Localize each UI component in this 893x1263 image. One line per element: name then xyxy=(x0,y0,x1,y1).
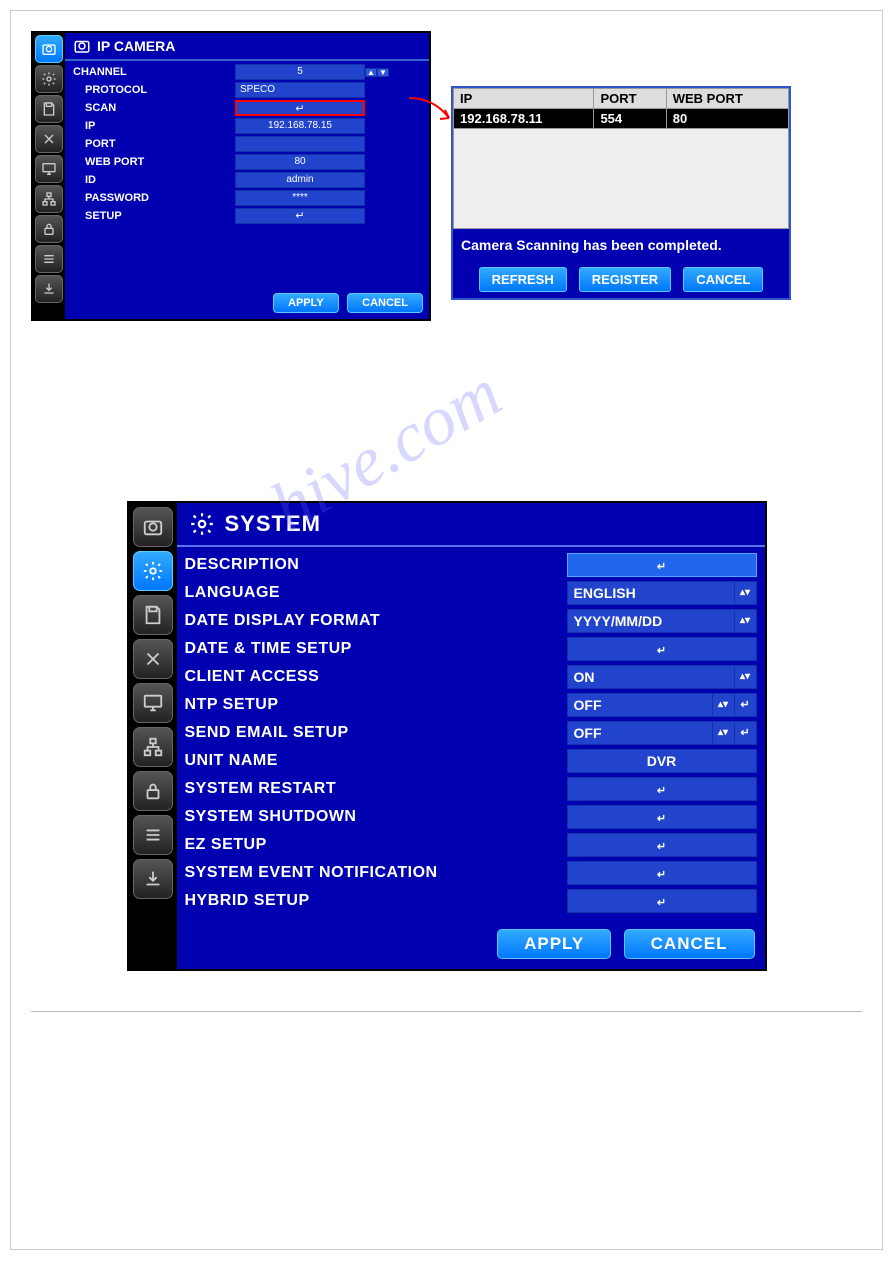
save-icon[interactable] xyxy=(35,95,63,123)
email-select[interactable]: OFF▴▾ xyxy=(567,721,757,745)
col-webport: WEB PORT xyxy=(666,89,788,109)
scan-result-table: IP PORT WEB PORT 192.168.78.11 554 80 xyxy=(453,88,789,229)
hybrid-label: HYBRID SETUP xyxy=(185,892,567,910)
camera-icon[interactable] xyxy=(35,35,63,63)
ez-label: EZ SETUP xyxy=(185,836,567,854)
system-panel: SYSTEM DESCRIPTION LANGUAGEENGLISH▴▾ DAT… xyxy=(127,501,767,971)
protocol-label: PROTOCOL xyxy=(65,84,235,96)
ip-value[interactable]: 192.168.78.15 xyxy=(235,118,365,134)
table-row[interactable]: 192.168.78.11 554 80 xyxy=(454,109,789,129)
datetime-button[interactable] xyxy=(567,637,757,661)
ez-button[interactable] xyxy=(567,833,757,857)
ntp-enter[interactable] xyxy=(734,694,756,716)
unit-value[interactable]: DVR xyxy=(567,749,757,773)
dateformat-select[interactable]: YYYY/MM/DD▴▾ xyxy=(567,609,757,633)
description-label: DESCRIPTION xyxy=(185,556,567,574)
apply-button[interactable]: APPLY xyxy=(273,293,339,313)
email-enter[interactable] xyxy=(734,722,756,744)
channel-value[interactable]: 5 xyxy=(235,64,365,80)
restart-label: SYSTEM RESTART xyxy=(185,780,567,798)
shutdown-label: SYSTEM SHUTDOWN xyxy=(185,808,567,826)
arrow-icon xyxy=(409,93,459,133)
col-port: PORT xyxy=(594,89,666,109)
divider xyxy=(31,1011,862,1012)
gear-icon[interactable] xyxy=(133,551,173,591)
panel-title: SYSTEM xyxy=(177,503,765,547)
tools-icon[interactable] xyxy=(133,639,173,679)
language-label: LANGUAGE xyxy=(185,584,567,602)
setup-button[interactable] xyxy=(235,208,365,224)
channel-up[interactable]: ▲ xyxy=(365,68,377,77)
id-label: ID xyxy=(65,174,235,186)
scan-result-popup: IP PORT WEB PORT 192.168.78.11 554 80 Ca… xyxy=(451,86,791,300)
ntp-select[interactable]: OFF▴▾ xyxy=(567,693,757,717)
webport-label: WEB PORT xyxy=(65,156,235,168)
cancel-button[interactable]: CANCEL xyxy=(683,267,763,292)
setup-label: SETUP xyxy=(65,210,235,222)
password-value[interactable]: **** xyxy=(235,190,365,206)
description-button[interactable] xyxy=(567,553,757,577)
password-label: PASSWORD xyxy=(65,192,235,204)
event-button[interactable] xyxy=(567,861,757,885)
unit-label: UNIT NAME xyxy=(185,752,567,770)
save-icon[interactable] xyxy=(133,595,173,635)
restart-button[interactable] xyxy=(567,777,757,801)
chevron-updown-icon[interactable]: ▴▾ xyxy=(712,722,734,744)
email-label: SEND EMAIL SETUP xyxy=(185,724,567,742)
refresh-button[interactable]: REFRESH xyxy=(479,267,567,292)
port-value[interactable] xyxy=(235,136,365,152)
channel-label: CHANNEL xyxy=(65,66,235,78)
port-label: PORT xyxy=(65,138,235,150)
register-button[interactable]: REGISTER xyxy=(579,267,671,292)
sidebar-nav xyxy=(33,33,65,319)
tools-icon[interactable] xyxy=(35,125,63,153)
network-icon[interactable] xyxy=(133,727,173,767)
scan-label: SCAN xyxy=(65,102,235,114)
dateformat-label: DATE DISPLAY FORMAT xyxy=(185,612,567,630)
network-icon[interactable] xyxy=(35,185,63,213)
lock-icon[interactable] xyxy=(133,771,173,811)
id-value[interactable]: admin xyxy=(235,172,365,188)
apply-button[interactable]: APPLY xyxy=(497,929,611,959)
list-icon[interactable] xyxy=(35,245,63,273)
hybrid-button[interactable] xyxy=(567,889,757,913)
datetime-label: DATE & TIME SETUP xyxy=(185,640,567,658)
list-icon[interactable] xyxy=(133,815,173,855)
client-label: CLIENT ACCESS xyxy=(185,668,567,686)
ntp-label: NTP SETUP xyxy=(185,696,567,714)
monitor-icon[interactable] xyxy=(35,155,63,183)
scan-status: Camera Scanning has been completed. xyxy=(453,229,789,261)
download-icon[interactable] xyxy=(35,275,63,303)
protocol-value[interactable]: SPECO xyxy=(235,82,365,98)
ip-camera-panel: IP CAMERA CHANNEL5▲▼ PROTOCOLSPECO SCAN … xyxy=(31,31,431,321)
col-ip: IP xyxy=(454,89,594,109)
cancel-button[interactable]: CANCEL xyxy=(347,293,423,313)
lock-icon[interactable] xyxy=(35,215,63,243)
monitor-icon[interactable] xyxy=(133,683,173,723)
sidebar-nav xyxy=(129,503,177,969)
cancel-button[interactable]: CANCEL xyxy=(624,929,755,959)
channel-down[interactable]: ▼ xyxy=(377,68,389,77)
language-select[interactable]: ENGLISH▴▾ xyxy=(567,581,757,605)
event-label: SYSTEM EVENT NOTIFICATION xyxy=(185,864,567,882)
scan-button[interactable] xyxy=(235,100,365,116)
chevron-updown-icon[interactable]: ▴▾ xyxy=(734,610,756,632)
chevron-updown-icon[interactable]: ▴▾ xyxy=(734,582,756,604)
ip-label: IP xyxy=(65,120,235,132)
download-icon[interactable] xyxy=(133,859,173,899)
shutdown-button[interactable] xyxy=(567,805,757,829)
panel-title: IP CAMERA xyxy=(65,33,429,61)
chevron-updown-icon[interactable]: ▴▾ xyxy=(712,694,734,716)
client-select[interactable]: ON▴▾ xyxy=(567,665,757,689)
webport-value[interactable]: 80 xyxy=(235,154,365,170)
chevron-updown-icon[interactable]: ▴▾ xyxy=(734,666,756,688)
camera-icon[interactable] xyxy=(133,507,173,547)
gear-icon[interactable] xyxy=(35,65,63,93)
